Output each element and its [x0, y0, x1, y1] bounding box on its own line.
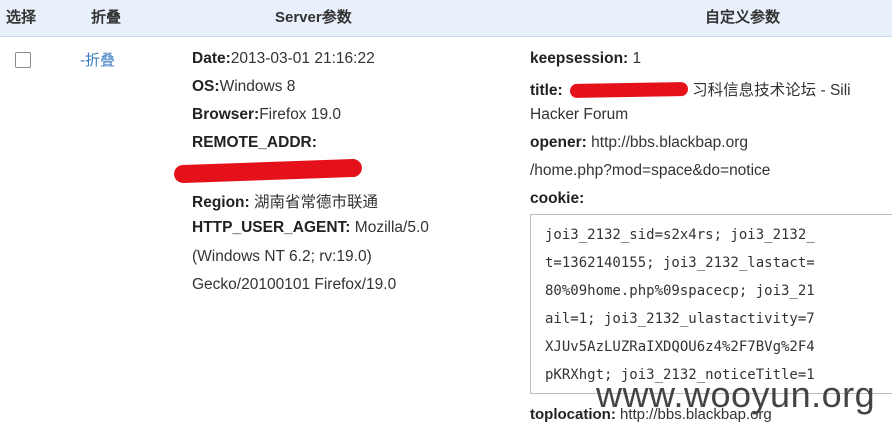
os-line: OS:Windows 8 — [192, 78, 295, 96]
region-line: Region: 湖南省常德市联通 — [192, 190, 378, 212]
browser-value: Firefox 19.0 — [259, 106, 342, 123]
os-value: Windows 8 — [219, 78, 296, 95]
watermark: www.wooyun.org — [596, 374, 876, 415]
cookie-text-line: 80%09home.php%09spacecp; joi3_21 — [545, 283, 815, 299]
opener-line-2: /home.php?mod=space&do=notice — [530, 162, 771, 179]
header-fold: 折叠 — [91, 9, 122, 26]
cookie-line: cookie: — [530, 190, 584, 208]
date-line: Date:2013-03-01 21:16:22 — [192, 50, 375, 68]
user-agent-line: HTTP_USER_AGENT: Mozilla/5.0 — [192, 219, 429, 237]
date-value: 2013-03-01 21:16:22 — [230, 50, 375, 67]
browser-line: Browser:Firefox 19.0 — [192, 106, 341, 124]
title-label: title: — [530, 82, 563, 99]
user-agent-value-1: Mozilla/5.0 — [354, 219, 429, 236]
user-agent-label: HTTP_USER_AGENT: — [192, 219, 351, 236]
opener-label: opener: — [530, 134, 587, 151]
cookie-text-line: ail=1; joi3_2132_ulastactivity=7 — [545, 311, 815, 327]
row-select-checkbox[interactable] — [15, 52, 31, 68]
remote-addr-line: REMOTE_ADDR: — [192, 134, 317, 152]
browser-label: Browser: — [192, 106, 260, 123]
cookie-text-line: t=1362140155; joi3_2132_lastact= — [545, 255, 815, 271]
date-label: Date: — [192, 50, 231, 67]
header-custom-params: 自定义参数 — [705, 9, 781, 26]
remote-addr-redaction — [173, 158, 363, 184]
os-label: OS: — [192, 78, 220, 95]
title-value: - 习科信息技术论坛 - Sili — [682, 82, 851, 99]
table-header: 选择 折叠 Server参数 自定义参数 — [0, 0, 892, 37]
opener-line: opener: http://bbs.blackbap.org — [530, 134, 748, 152]
keepsession-label: keepsession: — [530, 50, 629, 67]
keepsession-line: keepsession: 1 — [530, 50, 641, 68]
header-select: 选择 — [6, 9, 37, 26]
keepsession-value: 1 — [632, 50, 642, 67]
header-server-params: Server参数 — [275, 9, 352, 26]
remote-addr-label: REMOTE_ADDR: — [192, 134, 317, 151]
region-label: Region: — [192, 194, 250, 211]
user-agent-line-2: (Windows NT 6.2; rv:19.0) — [192, 248, 372, 265]
cookie-label: cookie: — [530, 190, 585, 207]
title-redaction — [569, 81, 689, 99]
cookie-textarea[interactable]: joi3_2132_sid=s2x4rs; joi3_2132_ t=13621… — [530, 214, 892, 394]
fold-link[interactable]: -折叠 — [80, 49, 115, 70]
cookie-text-line: joi3_2132_sid=s2x4rs; joi3_2132_ — [545, 227, 815, 243]
cookie-text-line: XJUv5AzLUZRaIXDQOU6z4%2F7BVg%2F4 — [545, 339, 815, 355]
opener-value: http://bbs.blackbap.org — [591, 134, 748, 151]
user-agent-line-3: Gecko/20100101 Firefox/19.0 — [192, 276, 397, 293]
region-value: 湖南省常德市联通 — [254, 194, 379, 211]
title-line-2: Hacker Forum — [530, 106, 629, 123]
